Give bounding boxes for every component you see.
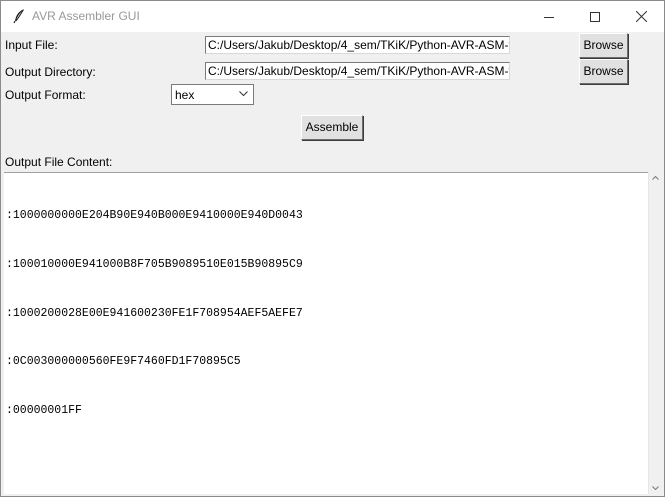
output-line: :1000000000E204B90E940B000E9410000E940D0…: [6, 209, 303, 223]
browse-output-button[interactable]: Browse: [579, 59, 628, 84]
output-lines: :1000000000E204B90E940B000E9410000E940D0…: [6, 176, 303, 451]
output-line: :100010000E941000B8F705B9089510E015B9089…: [6, 258, 303, 272]
scroll-up-icon[interactable]: [652, 176, 659, 180]
vertical-scrollbar[interactable]: [648, 172, 662, 494]
app-window: AVR Assembler GUI Input File: C:/Users/J…: [0, 0, 665, 497]
minimize-button[interactable]: [526, 1, 572, 32]
close-icon: [635, 11, 647, 22]
output-text-area[interactable]: :1000000000E204B90E940B000E9410000E940D0…: [4, 172, 660, 494]
title-bar[interactable]: AVR Assembler GUI: [1, 1, 664, 32]
feather-icon: [11, 8, 27, 24]
input-file-label: Input File:: [5, 38, 58, 52]
assemble-button[interactable]: Assemble: [301, 115, 363, 140]
browse-input-button[interactable]: Browse: [579, 33, 628, 58]
output-format-value: hex: [175, 88, 195, 102]
chevron-down-icon: [239, 91, 248, 97]
input-file-field[interactable]: C:/Users/Jakub/Desktop/4_sem/TKiK/Python…: [205, 36, 510, 54]
scroll-down-icon[interactable]: [652, 486, 659, 490]
output-content-label: Output File Content:: [5, 155, 113, 169]
output-line: :1000200028E00E941600230FE1F708954AEF5AE…: [6, 306, 303, 320]
output-directory-label: Output Directory:: [5, 65, 96, 79]
minimize-icon: [544, 16, 554, 18]
close-button[interactable]: [618, 1, 664, 32]
output-line: :0C003000000560FE9F7460FD1F70895C5: [6, 355, 241, 369]
maximize-button[interactable]: [572, 1, 618, 32]
output-format-label: Output Format:: [5, 88, 86, 102]
output-format-select[interactable]: hex: [171, 84, 254, 105]
maximize-icon: [590, 11, 600, 22]
output-line: :00000001FF: [6, 403, 82, 417]
output-directory-field[interactable]: C:/Users/Jakub/Desktop/4_sem/TKiK/Python…: [205, 62, 510, 80]
window-title: AVR Assembler GUI: [32, 9, 140, 23]
